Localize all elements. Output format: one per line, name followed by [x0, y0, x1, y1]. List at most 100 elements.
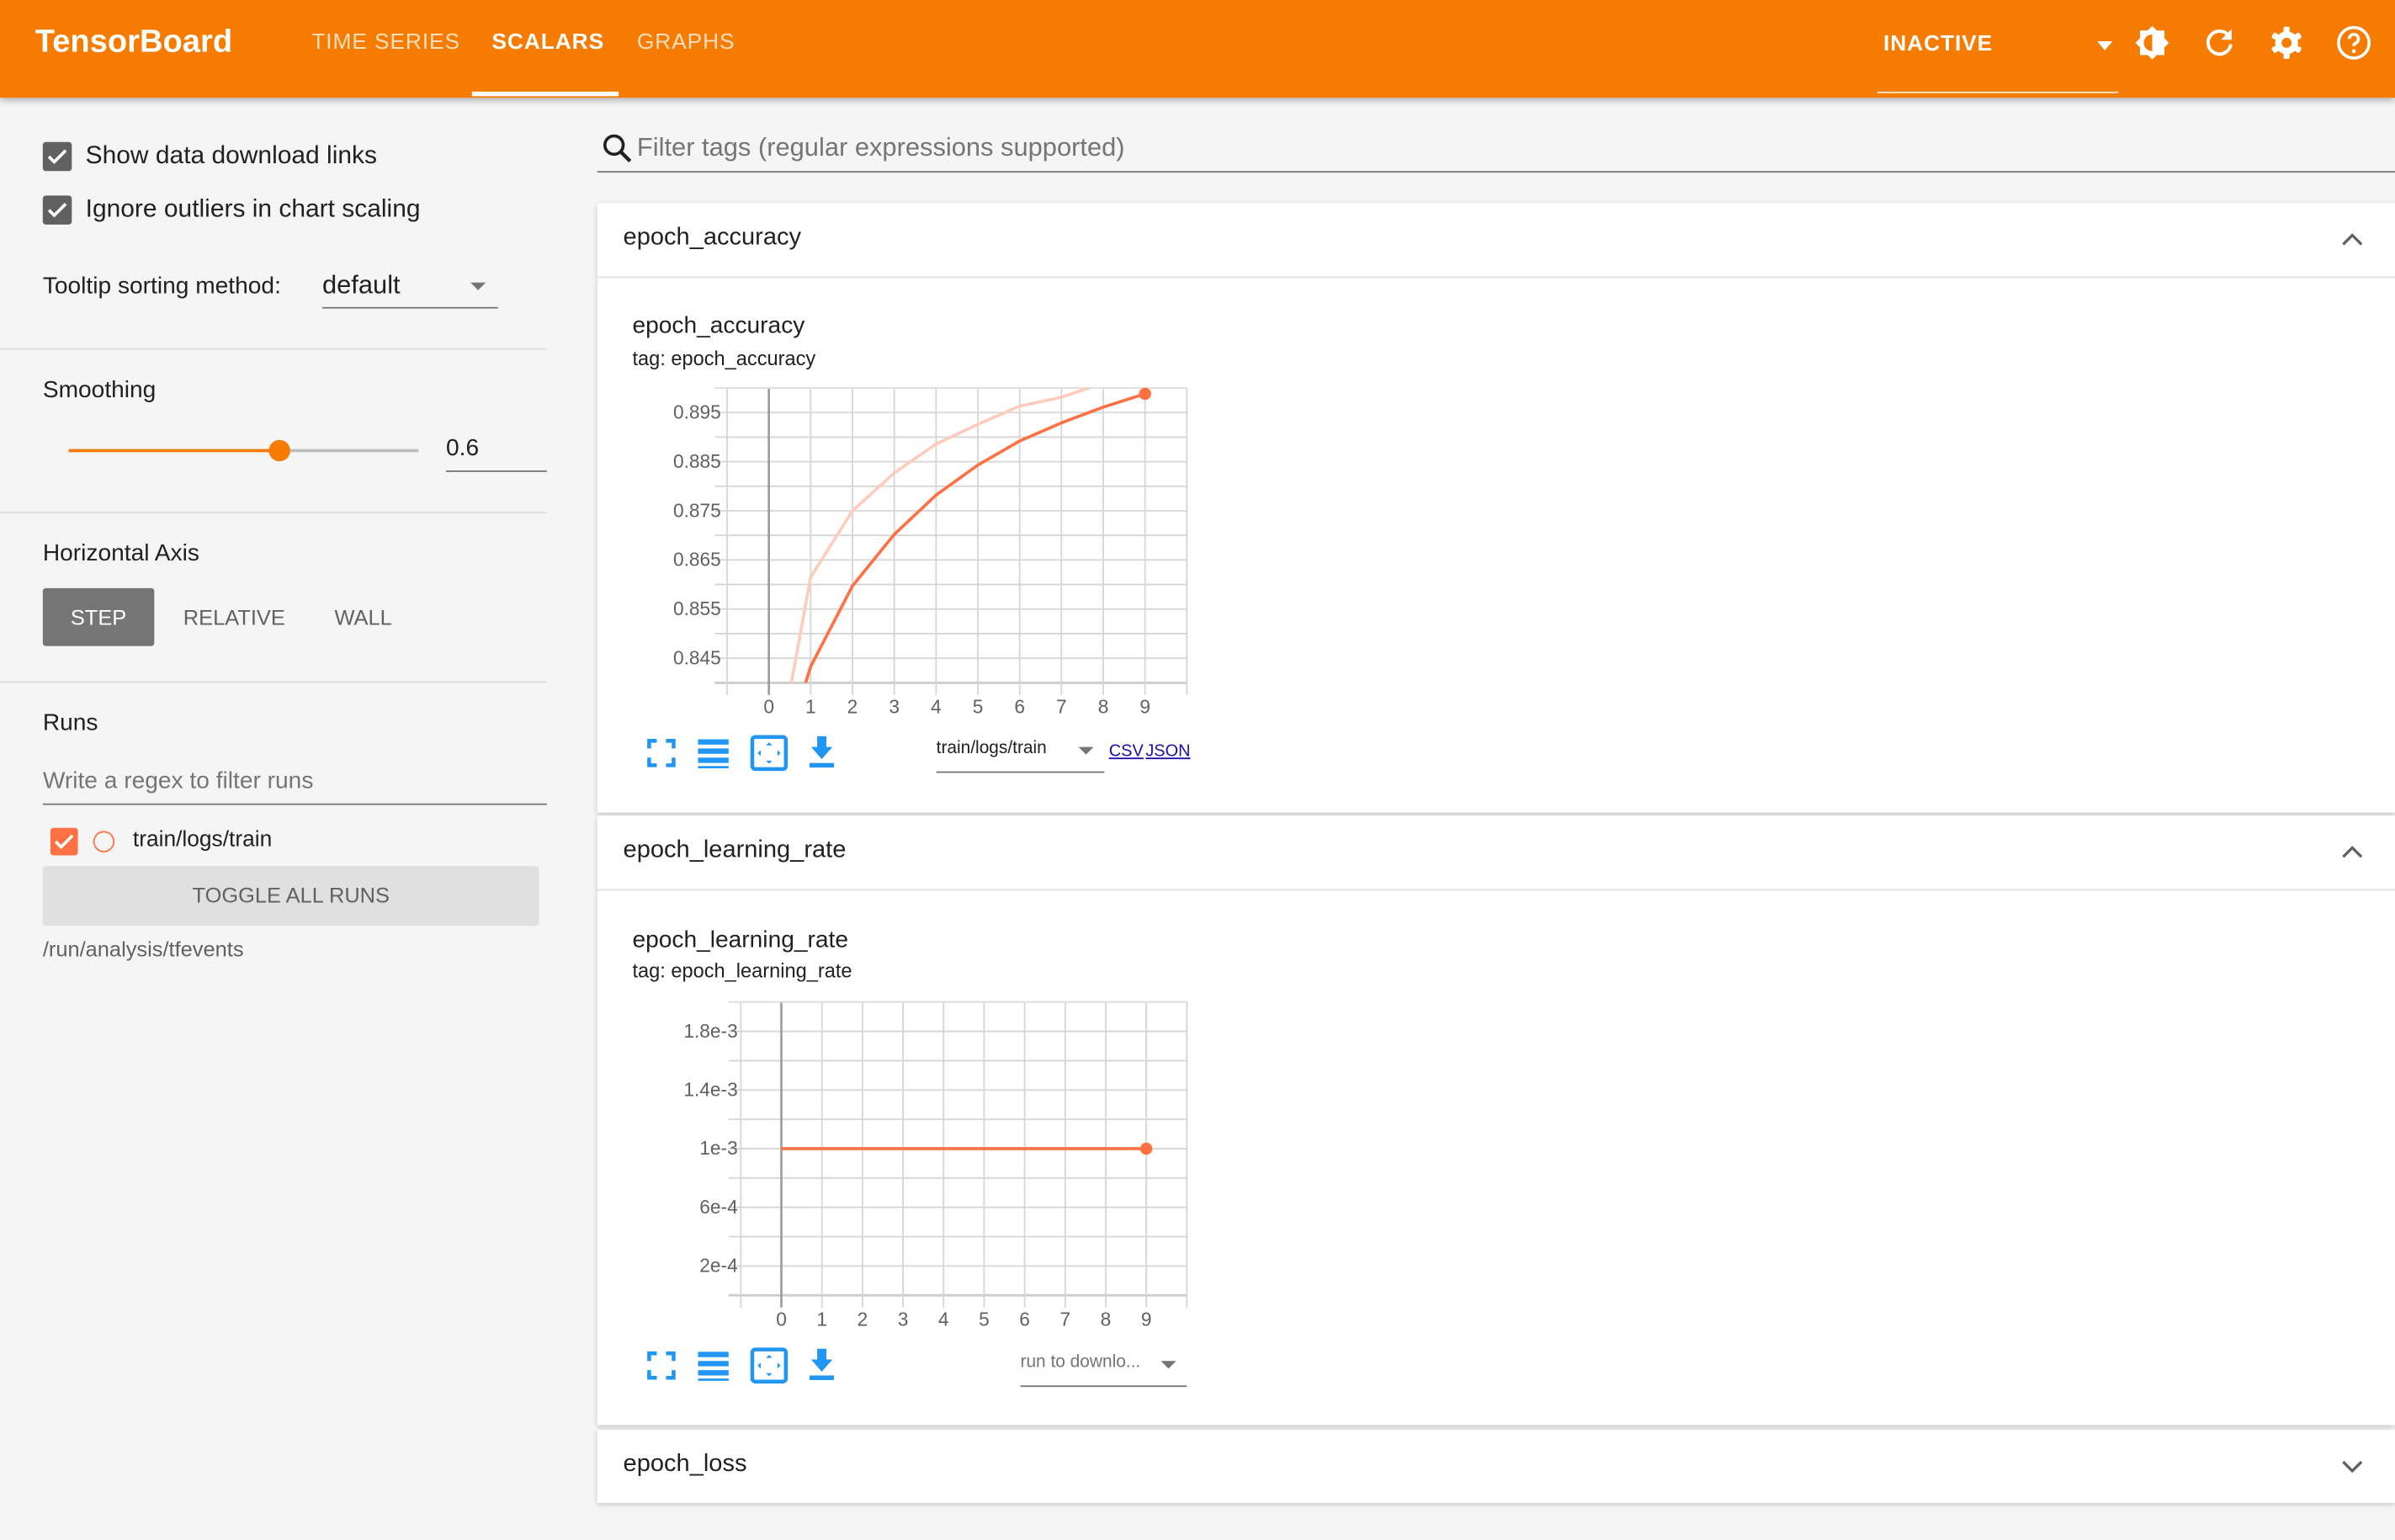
- horizontal-axis-label: Horizontal Axis: [42, 540, 199, 567]
- show-download-links-label: Show data download links: [85, 141, 377, 170]
- chart-tag: tag: epoch_learning_rate: [632, 959, 852, 983]
- tag-filter-placeholder: Filter tags (regular expressions support…: [636, 132, 1125, 162]
- learning-rate-chart[interactable]: 2e-4 6e-4 1e-3 1.4e-3 1.8e-3 0 1 2 3 4 5 6 7 8 9: [597, 984, 1239, 1366]
- reload-icon[interactable]: [2201, 24, 2238, 61]
- y-tick-label: 2e-4: [699, 1255, 737, 1277]
- toggle-log-scale-icon[interactable]: [697, 1349, 730, 1383]
- settings-icon[interactable]: [2268, 24, 2305, 61]
- toggle-log-scale-icon[interactable]: [697, 736, 730, 770]
- tooltip-sorting-value: default: [321, 270, 401, 300]
- chart-title: epoch_learning_rate: [632, 927, 849, 953]
- theme-toggle-icon[interactable]: [2134, 24, 2171, 61]
- run-color-radio[interactable]: [93, 831, 115, 852]
- tab-time-series[interactable]: TIME SERIES: [311, 30, 460, 55]
- fullscreen-icon[interactable]: [645, 736, 678, 770]
- fit-domain-icon[interactable]: [750, 735, 789, 772]
- y-tick-label: 0.855: [673, 597, 721, 619]
- x-tick-label: 6: [1019, 1309, 1030, 1330]
- axis-relative-button[interactable]: RELATIVE: [183, 605, 285, 629]
- divider: [0, 348, 547, 350]
- x-tick-label: 2: [858, 1309, 868, 1330]
- card-title: epoch_loss: [623, 1451, 747, 1478]
- tooltip-sorting-select[interactable]: default: [321, 268, 498, 309]
- x-tick-label: 4: [931, 696, 942, 718]
- divider: [0, 681, 547, 683]
- search-icon: [603, 134, 632, 163]
- axis-step-button[interactable]: STEP: [42, 587, 155, 646]
- last-point-marker: [1139, 1142, 1153, 1155]
- ignore-outliers-label: Ignore outliers in chart scaling: [85, 195, 421, 224]
- fit-domain-icon[interactable]: [750, 1347, 789, 1384]
- smoothed-series-line: [804, 392, 1146, 683]
- smoothing-label: Smoothing: [42, 377, 157, 404]
- x-tick-label: 1: [805, 696, 816, 718]
- tooltip-sorting-label: Tooltip sorting method:: [42, 273, 281, 300]
- chevron-down-icon: [1160, 1361, 1176, 1369]
- y-tick-label: 0.885: [673, 450, 721, 472]
- card-header[interactable]: epoch_learning_rate: [597, 815, 2395, 891]
- tag-filter-input[interactable]: Filter tags (regular expressions support…: [597, 128, 2395, 173]
- y-tick-label: 0.845: [673, 646, 721, 668]
- card-header[interactable]: epoch_loss: [597, 1430, 2395, 1503]
- axis-wall-button[interactable]: WALL: [335, 605, 392, 629]
- chevron-up-icon[interactable]: [2340, 840, 2365, 864]
- x-tick-label: 3: [889, 696, 900, 718]
- tab-graphs[interactable]: GRAPHS: [637, 30, 735, 55]
- card-title: epoch_accuracy: [623, 224, 802, 251]
- smoothing-value: 0.6: [446, 435, 480, 462]
- download-icon[interactable]: [805, 1347, 839, 1381]
- run-download-select[interactable]: run to downlo...: [1020, 1349, 1187, 1388]
- x-tick-label: 7: [1059, 1309, 1070, 1330]
- y-tick-label: 1.8e-3: [683, 1020, 737, 1042]
- help-icon[interactable]: [2335, 24, 2372, 61]
- smoothing-input[interactable]: 0.6: [446, 433, 547, 472]
- plugin-select-value: INACTIVE: [1883, 32, 1994, 57]
- y-tick-label: 0.865: [673, 549, 721, 571]
- download-csv-link[interactable]: CSV: [1109, 742, 1144, 761]
- card-title: epoch_learning_rate: [623, 836, 847, 863]
- chevron-down-icon[interactable]: [2340, 1454, 2365, 1479]
- x-tick-label: 5: [973, 696, 984, 718]
- runs-filter-input[interactable]: Write a regex to filter runs: [42, 764, 547, 805]
- toggle-all-runs-button[interactable]: TOGGLE ALL RUNS: [42, 866, 539, 926]
- x-tick-label: 9: [1141, 1309, 1152, 1330]
- card-epoch-loss: epoch_loss: [597, 1429, 2395, 1504]
- divider: [0, 512, 547, 513]
- chevron-down-icon: [470, 282, 486, 290]
- y-tick-label: 6e-4: [699, 1196, 737, 1218]
- x-tick-label: 6: [1014, 696, 1025, 718]
- card-epoch-learning-rate: epoch_learning_rate epoch_learning_rate …: [597, 815, 2395, 1426]
- run-name: train/logs/train: [132, 827, 273, 852]
- y-tick-label: 0.875: [673, 499, 721, 521]
- run-checkbox[interactable]: [50, 827, 78, 856]
- run-download-placeholder: run to downlo...: [1020, 1353, 1141, 1372]
- chart-title: epoch_accuracy: [632, 313, 805, 339]
- runs-filter-placeholder: Write a regex to filter runs: [42, 767, 314, 794]
- runs-label: Runs: [42, 710, 98, 736]
- download-json-link[interactable]: JSON: [1145, 742, 1190, 761]
- run-download-value: train/logs/train: [936, 739, 1047, 758]
- app-title: TensorBoard: [35, 24, 233, 60]
- download-icon[interactable]: [805, 735, 839, 768]
- chevron-down-icon: [1078, 746, 1094, 755]
- checkmark-icon: [47, 149, 67, 164]
- card-epoch-accuracy: epoch_accuracy epoch_accuracy tag: epoch…: [597, 203, 2395, 813]
- smoothing-slider[interactable]: [68, 439, 419, 462]
- x-tick-label: 9: [1139, 696, 1150, 718]
- fullscreen-icon[interactable]: [645, 1349, 678, 1383]
- accuracy-chart[interactable]: 0.845 0.855 0.865 0.875 0.885 0.895 0 1 2 3 4 5 6 7 8 9: [597, 371, 1239, 753]
- x-tick-label: 3: [898, 1309, 909, 1330]
- card-header[interactable]: epoch_accuracy: [597, 203, 2395, 279]
- last-point-marker: [1139, 387, 1151, 401]
- plugin-select[interactable]: INACTIVE: [1877, 21, 2119, 93]
- run-download-select[interactable]: train/logs/train: [936, 735, 1105, 773]
- x-tick-label: 0: [763, 696, 774, 718]
- raw-series-line: [789, 388, 1094, 683]
- ignore-outliers-checkbox[interactable]: [42, 195, 72, 225]
- y-tick-label: 1e-3: [699, 1137, 737, 1159]
- chevron-up-icon[interactable]: [2340, 227, 2365, 252]
- show-download-links-checkbox[interactable]: [42, 141, 72, 172]
- y-tick-label: 0.895: [673, 401, 721, 422]
- smoothing-slider-thumb[interactable]: [268, 439, 290, 462]
- tab-scalars[interactable]: SCALARS: [491, 30, 604, 55]
